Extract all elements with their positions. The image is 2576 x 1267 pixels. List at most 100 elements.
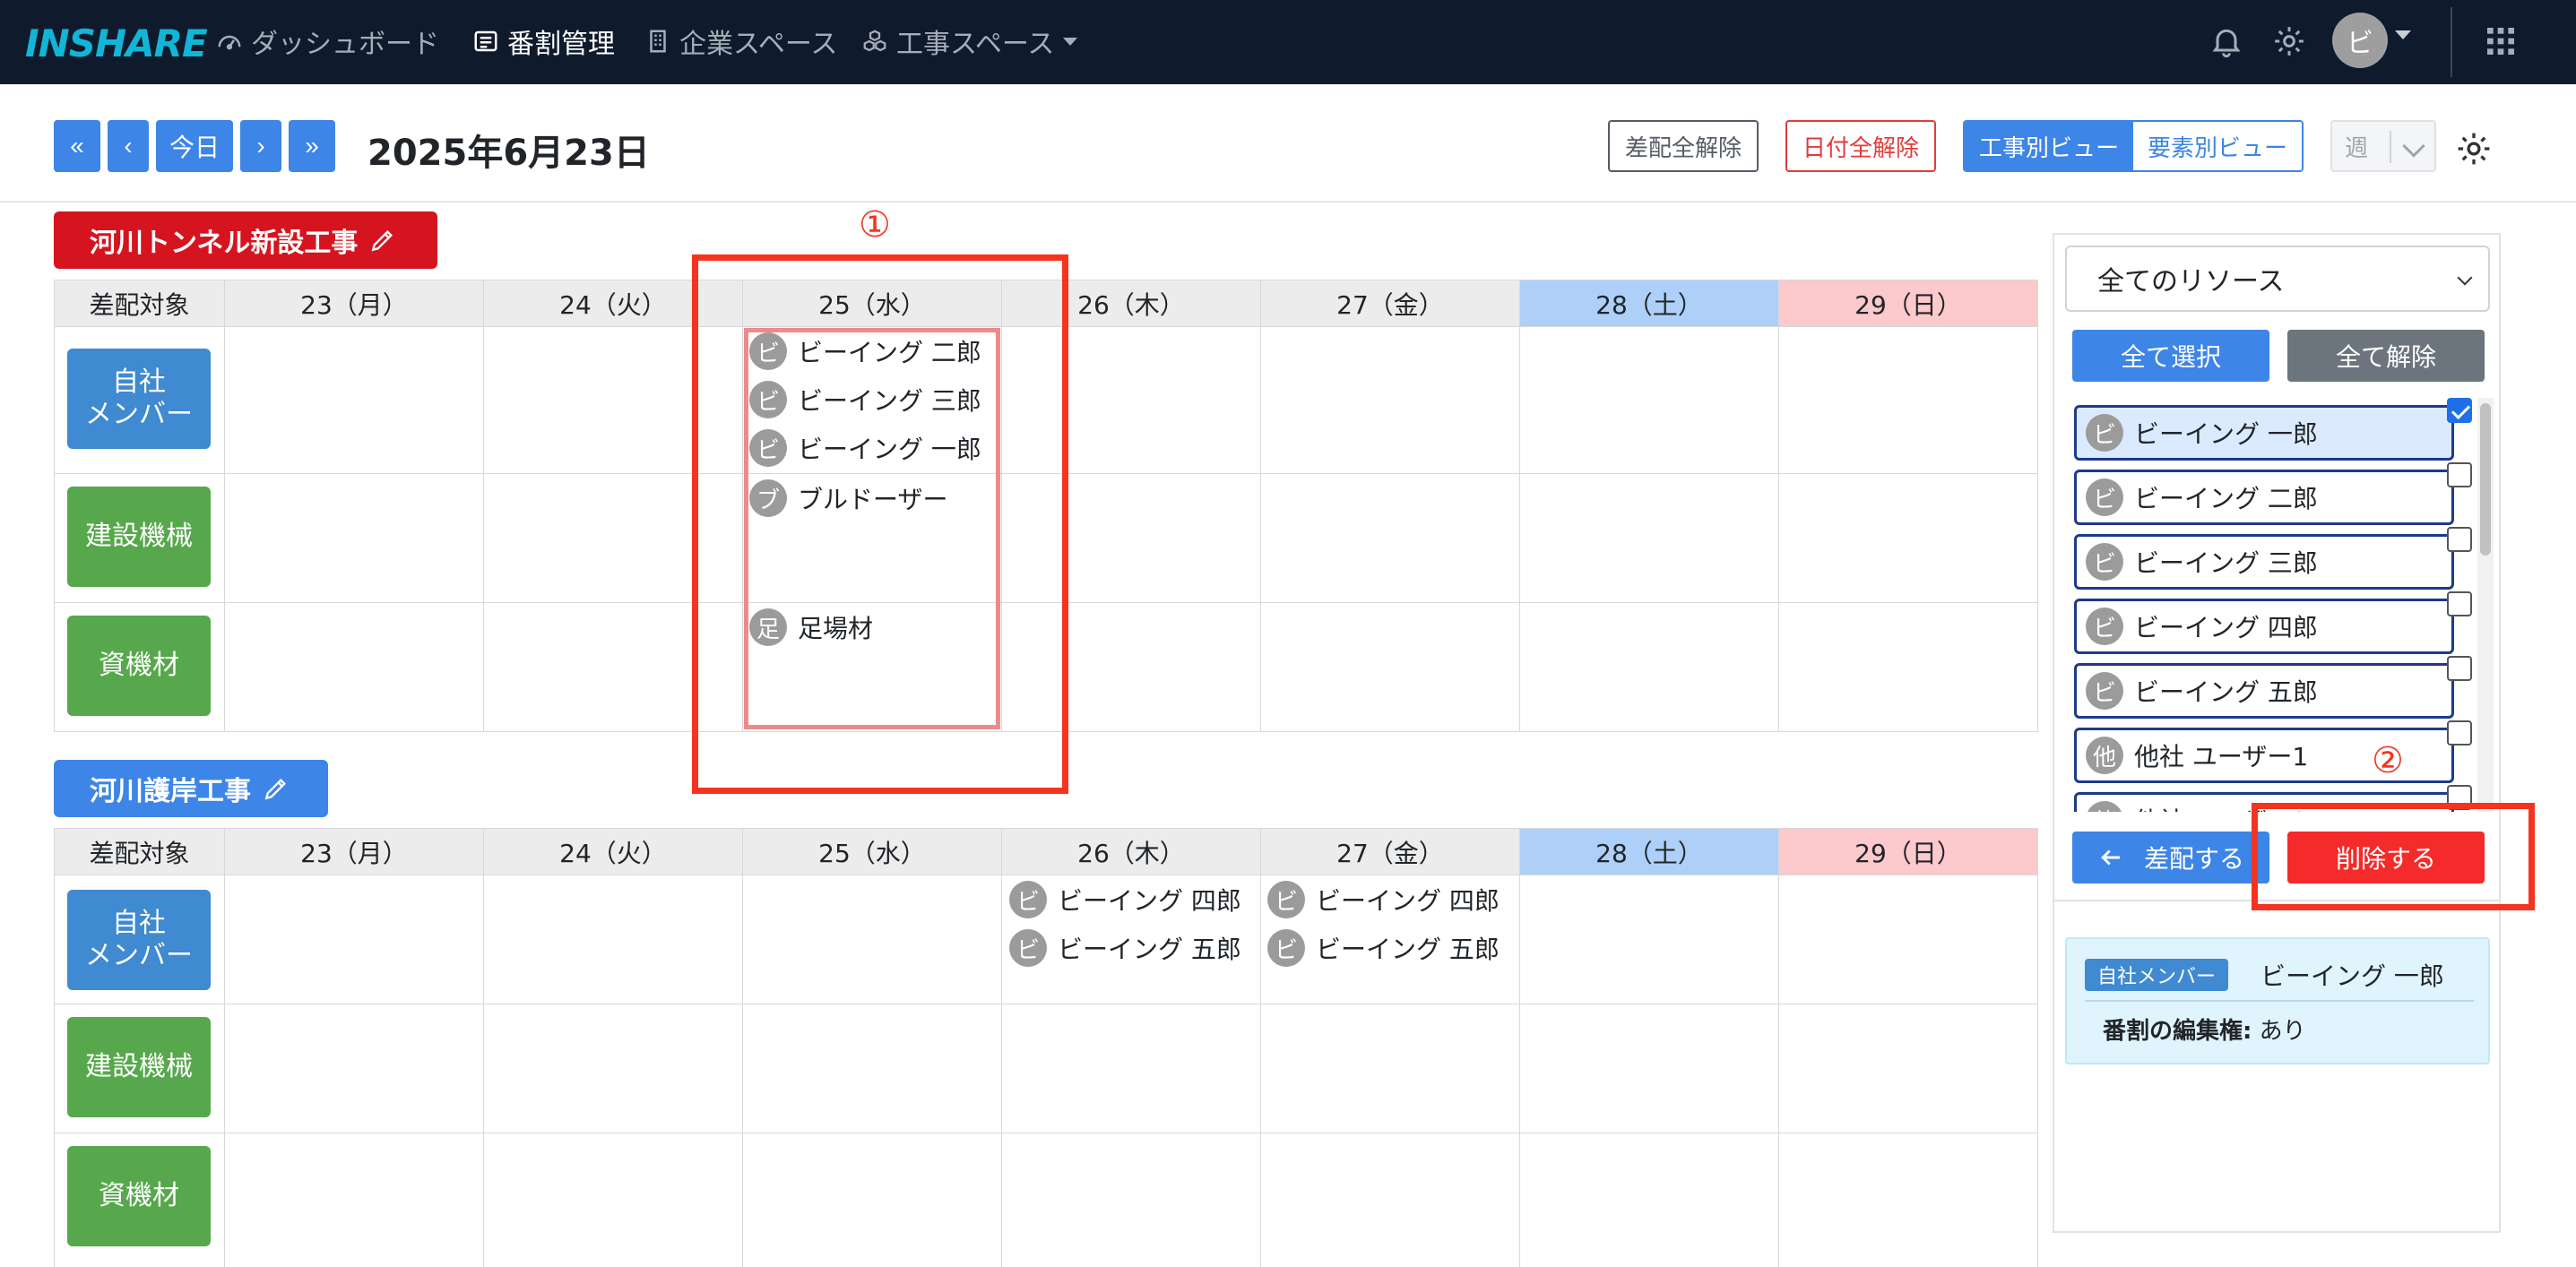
calendar-cell[interactable] bbox=[1778, 326, 2038, 474]
category-machinery[interactable]: 建設機械 bbox=[67, 487, 211, 587]
calendar-settings-gear-icon[interactable] bbox=[2454, 129, 2494, 168]
calendar-cell[interactable] bbox=[1260, 473, 1520, 603]
calendar-cell[interactable] bbox=[483, 1133, 743, 1267]
calendar-cell[interactable] bbox=[1519, 602, 1779, 732]
calendar-cell[interactable] bbox=[224, 1004, 484, 1133]
cubes-icon bbox=[860, 27, 889, 56]
project-tag-tunnel[interactable]: 河川トンネル新設工事 bbox=[54, 211, 437, 269]
calendar-cell[interactable] bbox=[1001, 1133, 1261, 1267]
resource-checkbox[interactable] bbox=[2447, 656, 2472, 681]
bell-icon[interactable] bbox=[2207, 22, 2246, 61]
calendar-cell[interactable] bbox=[224, 875, 484, 1004]
clear-all-dates-button[interactable]: 日付全解除 bbox=[1785, 120, 1936, 172]
calendar-cell[interactable] bbox=[224, 1133, 484, 1267]
resource-info-name: ビーイング 一郎 bbox=[2260, 961, 2444, 991]
resource-item[interactable]: ビ ビーイング 一郎 bbox=[2074, 405, 2454, 461]
assignment-chip[interactable]: ビ ビーイング 五郎 bbox=[1267, 928, 1500, 968]
resource-filter-select[interactable]: 全てのリソース bbox=[2065, 246, 2490, 312]
today-button[interactable]: 今日 bbox=[156, 120, 233, 172]
period-select[interactable]: 週 bbox=[2330, 120, 2436, 172]
header-target: 差配対象 bbox=[54, 828, 225, 875]
resource-list-scrollbar[interactable] bbox=[2477, 398, 2494, 812]
calendar-cell[interactable] bbox=[742, 875, 1002, 1004]
category-materials[interactable]: 資機材 bbox=[67, 1146, 211, 1246]
user-menu-chevron-icon[interactable] bbox=[2395, 30, 2411, 39]
calendar-cell[interactable] bbox=[483, 1004, 743, 1133]
resource-item[interactable]: ビ ビーイング 二郎 bbox=[2074, 470, 2454, 525]
resource-checkbox[interactable] bbox=[2447, 462, 2472, 487]
calendar-cell[interactable] bbox=[1519, 1133, 1779, 1267]
calendar-cell[interactable] bbox=[742, 1004, 1002, 1133]
calendar-cell[interactable] bbox=[1260, 326, 1520, 474]
assignment-chip[interactable]: ビ ビーイング 五郎 bbox=[1009, 928, 1241, 968]
calendar-cell[interactable] bbox=[224, 473, 484, 603]
calendar-cell[interactable] bbox=[1519, 1004, 1779, 1133]
calendar-cell[interactable] bbox=[1260, 1133, 1520, 1267]
next-week-button[interactable]: › bbox=[240, 120, 281, 172]
nav-project-space[interactable]: 工事スペース bbox=[860, 23, 1078, 60]
pencil-icon[interactable] bbox=[262, 774, 290, 803]
nav-schedule[interactable]: 番割管理 bbox=[471, 23, 615, 60]
calendar-cell[interactable] bbox=[742, 1133, 1002, 1267]
calendar-cell[interactable] bbox=[1778, 1133, 2038, 1267]
nav-project-space-label: 工事スペース bbox=[896, 29, 1055, 60]
clear-all-assignments-button[interactable]: 差配全解除 bbox=[1608, 120, 1759, 172]
select-all-button[interactable]: 全て選択 bbox=[2072, 330, 2269, 382]
resource-info-card: 自社メンバー ビーイング 一郎 番割の編集権: あり bbox=[2065, 937, 2490, 1064]
category-cell: 資機材 bbox=[54, 602, 225, 732]
resource-item[interactable]: ビ ビーイング 四郎 bbox=[2074, 599, 2454, 654]
header-day: 27（金） bbox=[1260, 280, 1520, 327]
resource-checkbox[interactable] bbox=[2447, 527, 2472, 552]
assignment-label: ビーイング 四郎 bbox=[1316, 886, 1500, 916]
calendar-cell[interactable] bbox=[224, 602, 484, 732]
assign-button[interactable]: 差配する bbox=[2072, 832, 2269, 883]
calendar-cell[interactable] bbox=[224, 326, 484, 474]
calendar-cell[interactable] bbox=[1778, 602, 2038, 732]
category-materials[interactable]: 資機材 bbox=[67, 616, 211, 716]
category-cell: 建設機械 bbox=[54, 473, 225, 603]
assignment-chip[interactable]: ビ ビーイング 四郎 bbox=[1009, 880, 1241, 919]
calendar-cell[interactable] bbox=[1001, 1004, 1261, 1133]
category-cell: 自社 メンバー bbox=[54, 326, 225, 474]
clear-all-button[interactable]: 全て解除 bbox=[2287, 330, 2485, 382]
nav-company-space[interactable]: 企業スペース bbox=[644, 23, 837, 60]
resource-item[interactable]: ビ ビーイング 三郎 bbox=[2074, 534, 2454, 590]
assignment-chip[interactable]: ビ ビーイング 四郎 bbox=[1267, 880, 1500, 919]
category-own-members[interactable]: 自社 メンバー bbox=[67, 349, 211, 449]
user-avatar[interactable]: ビ bbox=[2332, 13, 2388, 68]
nav-dashboard[interactable]: ダッシュボード bbox=[215, 23, 439, 60]
resource-checkbox[interactable] bbox=[2447, 398, 2472, 423]
prev-week-button[interactable]: ‹ bbox=[108, 120, 149, 172]
inshare-logo[interactable]: INSHARE bbox=[25, 22, 208, 65]
first-week-button[interactable]: « bbox=[54, 120, 100, 172]
calendar-cell[interactable] bbox=[1519, 326, 1779, 474]
calendar-cell[interactable] bbox=[483, 875, 743, 1004]
calendar-cell[interactable] bbox=[1260, 602, 1520, 732]
resource-checkbox[interactable] bbox=[2447, 720, 2472, 746]
calendar-cell[interactable] bbox=[1519, 875, 1779, 1004]
gear-icon[interactable] bbox=[2269, 22, 2309, 61]
project-name: 河川護岸工事 bbox=[90, 776, 251, 807]
scrollbar-thumb[interactable] bbox=[2480, 403, 2491, 556]
element-view-button[interactable]: 要素別ビュー bbox=[2133, 122, 2303, 170]
calendar-cell[interactable] bbox=[1778, 1004, 2038, 1133]
resource-filter-value: 全てのリソース bbox=[2097, 266, 2285, 297]
resource-item[interactable]: ビ ビーイング 五郎 bbox=[2074, 663, 2454, 719]
pencil-icon[interactable] bbox=[368, 226, 397, 254]
project-name: 河川トンネル新設工事 bbox=[90, 228, 359, 259]
period-select-value: 週 bbox=[2345, 134, 2369, 162]
category-own-members[interactable]: 自社 メンバー bbox=[67, 890, 211, 990]
calendar-cell[interactable] bbox=[1519, 473, 1779, 603]
last-week-button[interactable]: » bbox=[289, 120, 335, 172]
apps-grid-icon[interactable] bbox=[2483, 23, 2519, 59]
project-view-button[interactable]: 工事別ビュー bbox=[1965, 122, 2134, 170]
building-icon bbox=[644, 27, 672, 56]
category-machinery[interactable]: 建設機械 bbox=[67, 1017, 211, 1117]
calendar-cell[interactable] bbox=[1778, 473, 2038, 603]
project-tag-revetment[interactable]: 河川護岸工事 bbox=[54, 760, 328, 817]
calendar-cell[interactable] bbox=[1260, 1004, 1520, 1133]
assignment-label: ビーイング 五郎 bbox=[1058, 935, 1241, 964]
resource-checkbox[interactable] bbox=[2447, 591, 2472, 616]
resource-label: ビーイング 四郎 bbox=[2134, 613, 2318, 642]
calendar-cell[interactable] bbox=[1778, 875, 2038, 1004]
